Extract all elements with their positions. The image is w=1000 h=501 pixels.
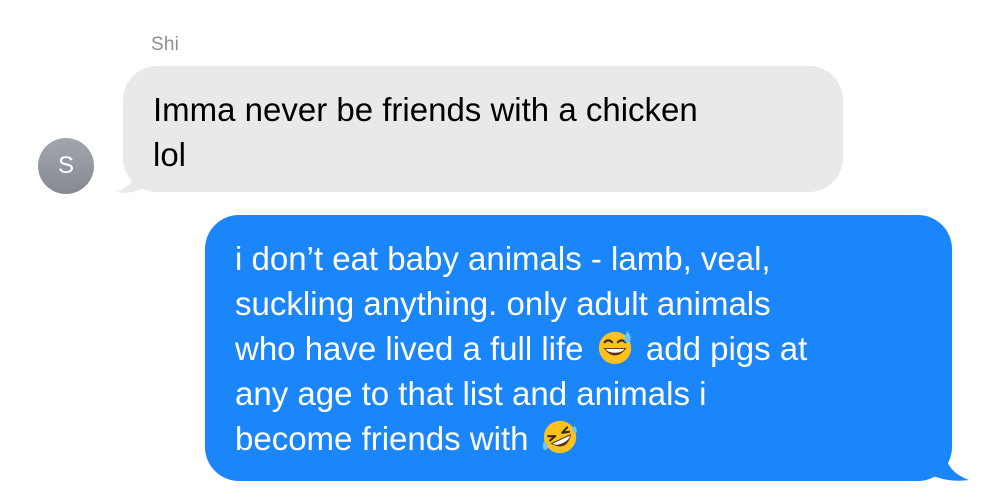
grinning-face-with-sweat-icon [598, 330, 631, 365]
incoming-message-line: lol [153, 136, 187, 173]
outgoing-message-line: become friends with [235, 416, 924, 461]
outgoing-message-bubble[interactable]: i don’t eat baby animals - lamb, veal, s… [205, 215, 952, 481]
incoming-message-bubble[interactable]: Imma never be friends with a chicken lol [123, 66, 843, 192]
avatar[interactable]: S [38, 138, 94, 194]
outgoing-message-line: any age to that list and animals i [235, 375, 707, 412]
outgoing-message-text: who have lived a full life [235, 330, 584, 367]
incoming-message-line: Imma never be friends with a chicken [153, 91, 698, 128]
avatar-initial: S [57, 152, 74, 179]
outgoing-message-text: become friends with [235, 420, 529, 457]
message-thread: Shi S Imma never be friends with a chick… [0, 0, 1000, 501]
sender-name: Shi [151, 34, 180, 55]
outgoing-message-line: who have lived a full life add pigs at [235, 326, 924, 371]
rolling-on-floor-laughing-icon [542, 420, 577, 454]
outgoing-message-line: i don’t eat baby animals - lamb, veal, [235, 240, 771, 277]
outgoing-message-line: suckling anything. only adult animals [235, 285, 771, 322]
outgoing-message-text: add pigs at [645, 330, 808, 367]
